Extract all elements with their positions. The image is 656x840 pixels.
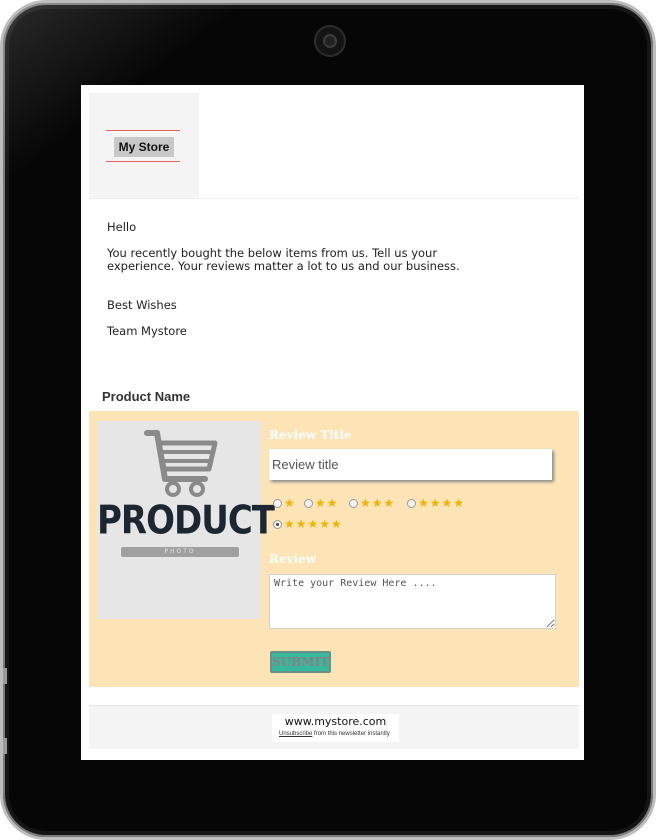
star-icon: ★★★ <box>360 496 396 510</box>
review-textarea[interactable] <box>269 574 556 629</box>
side-button <box>3 668 7 684</box>
star-icon: ★★★★★ <box>284 517 343 531</box>
camera-icon <box>314 25 346 57</box>
rating-option-5[interactable]: ★★★★★ <box>273 518 343 530</box>
footer-box: www.mystore.com Unsubscribe from this ne… <box>272 714 399 742</box>
rating-radio[interactable] <box>407 498 416 508</box>
rating-option-1[interactable]: ★ <box>273 497 296 509</box>
unsubscribe-line: Unsubscribe from this newsletter instant… <box>279 731 390 737</box>
store-url[interactable]: www.mystore.com <box>272 715 399 728</box>
review-title-input[interactable] <box>269 449 552 480</box>
tablet-frame: My Store Hello You recently bought the b… <box>0 0 656 840</box>
review-panel: PRODUCT PHOTO Review Title ★ ★★ ★★★ <box>89 411 579 687</box>
star-icon: ★ <box>284 496 296 510</box>
closing-text: Best Wishes <box>107 298 177 312</box>
message-text: You recently bought the below items from… <box>107 246 460 273</box>
rating-option-2[interactable]: ★★ <box>304 497 339 509</box>
logo-cell: My Store <box>89 93 199 198</box>
unsubscribe-link[interactable]: Unsubscribe <box>279 731 312 737</box>
product-photo-caption: PHOTO <box>121 547 239 557</box>
store-logo[interactable]: My Store <box>114 137 174 157</box>
email-header: My Store <box>89 93 579 199</box>
side-button <box>3 738 7 754</box>
product-photo-word: PRODUCT <box>97 498 275 544</box>
product-name-heading: Product Name <box>102 389 191 404</box>
shopping-cart-icon <box>144 430 218 497</box>
rating-radio[interactable] <box>304 498 313 508</box>
rating-radio-selected[interactable] <box>273 519 282 529</box>
review-title-label: Review Title <box>269 428 352 442</box>
review-label: Review <box>269 552 317 566</box>
rating-radio[interactable] <box>273 498 282 508</box>
product-image: PRODUCT PHOTO <box>97 421 275 619</box>
email-template: My Store Hello You recently bought the b… <box>89 93 579 749</box>
signature-text: Team Mystore <box>107 324 187 338</box>
unsubscribe-text: from this newsletter instantly <box>312 731 390 737</box>
rating-option-3[interactable]: ★★★ <box>349 497 395 509</box>
rating-radio[interactable] <box>349 498 358 508</box>
star-icon: ★★★★ <box>418 496 466 510</box>
email-footer: www.mystore.com Unsubscribe from this ne… <box>89 705 579 749</box>
rating-option-4[interactable]: ★★★★ <box>407 497 465 509</box>
greeting-text: Hello <box>107 220 137 234</box>
star-icon: ★★ <box>315 496 339 510</box>
submit-button[interactable]: SUBMIT <box>270 651 331 673</box>
tablet-screen: My Store Hello You recently bought the b… <box>81 85 584 760</box>
